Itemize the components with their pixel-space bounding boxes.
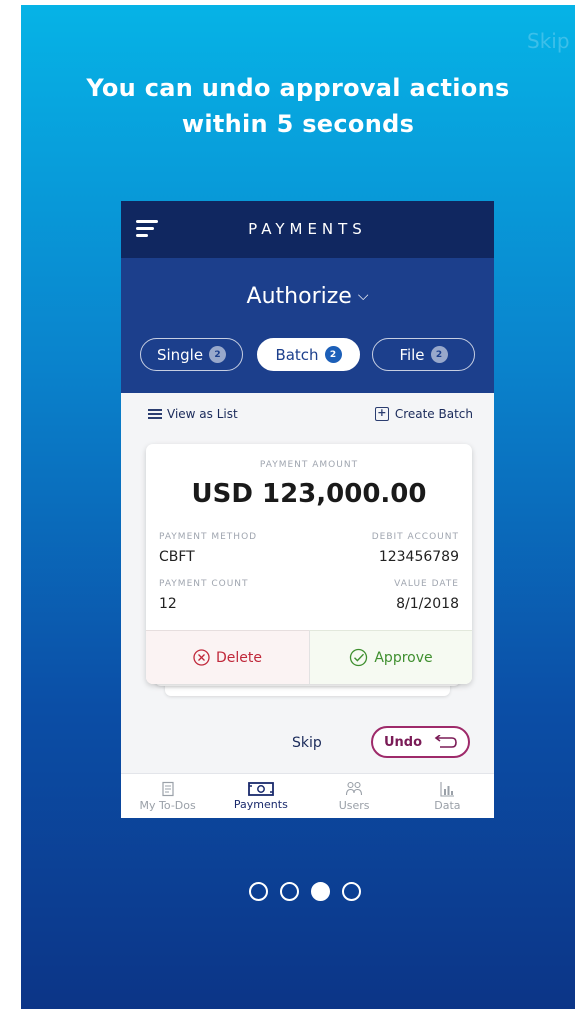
payment-method-value: CBFT bbox=[159, 549, 195, 565]
payments-icon bbox=[247, 781, 274, 796]
tab-my-todos-label: My To-Dos bbox=[139, 798, 196, 812]
page-dot[interactable] bbox=[249, 882, 268, 901]
payment-count-value: 12 bbox=[159, 596, 177, 612]
tab-single[interactable]: Single 2 bbox=[140, 338, 243, 371]
tab-my-todos[interactable]: My To-Dos bbox=[121, 774, 214, 818]
payment-count-label: PAYMENT COUNT bbox=[159, 579, 249, 589]
bottom-tab-bar: My To-Dos Payments Users Data bbox=[121, 773, 494, 818]
tab-batch-label: Batch bbox=[275, 345, 319, 364]
count-badge: 2 bbox=[430, 346, 448, 363]
tab-payments-label: Payments bbox=[233, 797, 288, 811]
undo-label: Undo bbox=[383, 734, 423, 750]
count-badge: 2 bbox=[324, 346, 342, 363]
skip-link[interactable]: Skip bbox=[527, 29, 570, 53]
page-indicator bbox=[249, 882, 361, 901]
undo-button[interactable]: Undo bbox=[371, 726, 470, 758]
authorize-label: Authorize bbox=[246, 284, 352, 309]
payment-card: PAYMENT AMOUNT USD 123,000.00 PAYMENT ME… bbox=[146, 444, 472, 684]
approve-label: Approve bbox=[374, 649, 433, 666]
payment-amount: USD 123,000.00 bbox=[191, 479, 427, 509]
tab-payments[interactable]: Payments bbox=[214, 774, 307, 818]
onboarding-screen: Skip You can undo approval actions withi… bbox=[21, 5, 575, 1009]
authorize-band: Authorize ⌵ Single 2 Batch 2 File 2 bbox=[121, 258, 494, 393]
value-date-value: 8/1/2018 bbox=[396, 596, 459, 612]
close-circle-icon bbox=[193, 649, 210, 666]
tab-file[interactable]: File 2 bbox=[372, 338, 475, 371]
app-title: PAYMENTS bbox=[248, 220, 367, 238]
tab-file-label: File bbox=[399, 345, 425, 364]
view-as-list-button[interactable]: View as List bbox=[148, 407, 238, 421]
app-header: PAYMENTS bbox=[121, 201, 494, 258]
skip-button[interactable]: Skip bbox=[292, 735, 322, 751]
debit-account-label: DEBIT ACCOUNT bbox=[371, 532, 459, 542]
create-batch-button[interactable]: + Create Batch bbox=[374, 407, 473, 421]
tab-single-label: Single bbox=[156, 345, 204, 364]
page-dot[interactable] bbox=[342, 882, 361, 901]
todo-icon bbox=[162, 781, 174, 796]
authorize-dropdown[interactable]: Authorize ⌵ bbox=[121, 284, 494, 309]
onboarding-headline: You can undo approval actions within 5 s… bbox=[86, 74, 510, 138]
tab-data[interactable]: Data bbox=[401, 774, 494, 818]
amount-label: PAYMENT AMOUNT bbox=[259, 460, 359, 470]
debit-account-value: 123456789 bbox=[378, 549, 459, 565]
check-circle-icon bbox=[350, 648, 368, 667]
count-badge: 2 bbox=[209, 346, 227, 363]
value-date-label: VALUE DATE bbox=[394, 579, 459, 589]
list-icon bbox=[148, 409, 162, 419]
payment-method-label: PAYMENT METHOD bbox=[159, 532, 258, 542]
delete-button[interactable]: Delete bbox=[146, 630, 309, 684]
chevron-down-icon: ⌵ bbox=[357, 288, 369, 304]
tab-users-label: Users bbox=[338, 798, 370, 812]
data-icon bbox=[440, 781, 455, 797]
page-dot[interactable] bbox=[280, 882, 299, 901]
delete-label: Delete bbox=[216, 649, 262, 666]
view-as-list-label: View as List bbox=[167, 407, 238, 421]
add-icon: + bbox=[374, 407, 389, 421]
users-icon bbox=[346, 781, 363, 795]
approve-button[interactable]: Approve bbox=[309, 630, 472, 684]
page-dot-active[interactable] bbox=[311, 882, 330, 901]
tab-data-label: Data bbox=[434, 798, 461, 812]
phone-preview: PAYMENTS Authorize ⌵ Single 2 Batch 2 Fil… bbox=[121, 201, 494, 818]
create-batch-label: Create Batch bbox=[394, 407, 473, 421]
undo-arrow-icon bbox=[434, 735, 457, 748]
tab-users[interactable]: Users bbox=[308, 774, 401, 818]
list-toolbar: View as List + Create Batch bbox=[121, 407, 494, 427]
tab-batch[interactable]: Batch 2 bbox=[257, 338, 360, 371]
